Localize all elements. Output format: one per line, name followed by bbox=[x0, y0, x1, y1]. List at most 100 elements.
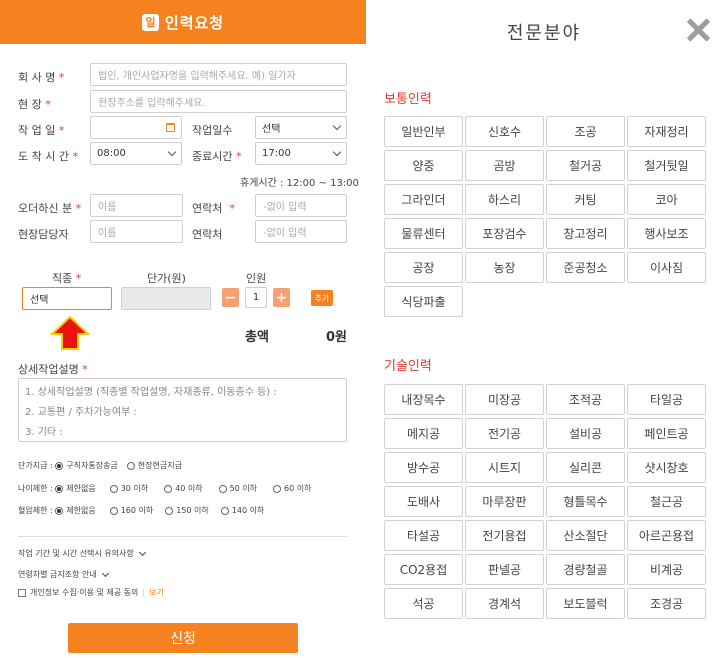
specialty-chip[interactable]: 시트지 bbox=[465, 452, 544, 483]
specialty-chip[interactable]: 철거공 bbox=[546, 150, 625, 181]
specialty-chip[interactable]: 방수공 bbox=[384, 452, 463, 483]
specialty-chip[interactable]: 내장목수 bbox=[384, 384, 463, 415]
specialty-chip[interactable]: 석공 bbox=[384, 588, 463, 619]
detail-textarea[interactable]: 1. 상세작업설명 (직종별 작업설명, 자재종류, 이동층수 등) : 2. … bbox=[18, 378, 347, 442]
specialty-chip[interactable]: 산소절단 bbox=[546, 520, 625, 551]
bp-option-150[interactable]: 150 이하 bbox=[165, 505, 209, 516]
privacy-consent-text: 개인정보 수집·이용 및 제공 동의 bbox=[30, 588, 139, 597]
specialty-chip[interactable]: 창고정리 bbox=[546, 218, 625, 249]
specialty-chip[interactable]: 페인트공 bbox=[627, 418, 706, 449]
section-skilled-title: 기술인력 bbox=[384, 359, 432, 374]
specialty-chip[interactable]: 설비공 bbox=[546, 418, 625, 449]
specialty-chip[interactable]: 미장공 bbox=[465, 384, 544, 415]
privacy-view-link[interactable]: 보기 bbox=[149, 587, 164, 598]
manager-name-input[interactable]: 이름 bbox=[90, 220, 183, 243]
orderer-contact-input[interactable]: -없이 입력 bbox=[255, 194, 347, 217]
increase-button[interactable]: + bbox=[273, 288, 290, 307]
section-general-title: 보통인력 bbox=[384, 92, 432, 107]
specialty-chip[interactable]: 철근공 bbox=[627, 486, 706, 517]
privacy-consent-checkbox[interactable] bbox=[18, 588, 26, 597]
bp-limit-row: 혈압제한 : 제한없음 160 이하 150 이하 140 이하 bbox=[18, 505, 273, 516]
specialty-chip[interactable]: 전기용접 bbox=[465, 520, 544, 551]
specialty-chip[interactable]: 판넬공 bbox=[465, 554, 544, 585]
site-input[interactable]: 현장주소를 입력해주세요. bbox=[90, 90, 347, 113]
specialty-chip[interactable]: 메지공 bbox=[384, 418, 463, 449]
specialty-chip[interactable]: 실리콘 bbox=[546, 452, 625, 483]
specialty-chip[interactable]: 물류센터 bbox=[384, 218, 463, 249]
manager-contact-label: 연락처 bbox=[192, 228, 223, 241]
request-form-panel: 일 인력요청 회 사 명 * 법인, 개인사업자명을 입력해주세요. 예) 일가… bbox=[0, 0, 366, 658]
specialty-title: 전문분야 bbox=[506, 23, 582, 44]
specialty-chip[interactable]: 이사짐 bbox=[627, 252, 706, 283]
bp-option-none[interactable]: 제한없음 bbox=[55, 505, 96, 516]
unit-price-header: 단가(원) bbox=[147, 272, 186, 285]
skilled-labor-grid: 내장목수 미장공 조적공 타일공메지공 전기공 설비공 페인트공방수공 시트지 실리콘 샷시창호도… bbox=[384, 384, 706, 619]
specialty-chip[interactable]: 농장 bbox=[465, 252, 544, 283]
specialty-chip[interactable]: 조적공 bbox=[546, 384, 625, 415]
age-option-30[interactable]: 30 이하 bbox=[109, 483, 148, 494]
specialty-chip[interactable]: 경계석 bbox=[465, 588, 544, 619]
specialty-chip[interactable]: CO2용접 bbox=[384, 554, 463, 585]
specialty-chip[interactable]: 하스리 bbox=[465, 184, 544, 215]
specialty-chip[interactable]: 타일공 bbox=[627, 384, 706, 415]
age-limit-row: 나이제한 : 제한없음 30 이하 40 이하 50 이하 60 이하 bbox=[18, 483, 321, 494]
bp-option-140[interactable]: 140 이하 bbox=[220, 505, 264, 516]
age-option-60[interactable]: 60 이하 bbox=[273, 483, 312, 494]
manager-contact-input[interactable]: -없이 입력 bbox=[255, 220, 347, 243]
submit-button[interactable]: 신청 bbox=[68, 623, 298, 653]
specialty-chip[interactable]: 보도블럭 bbox=[546, 588, 625, 619]
pay-option-transfer[interactable]: 구직자통장송금 bbox=[55, 460, 118, 471]
specialty-chip[interactable]: 샷시창호 bbox=[627, 452, 706, 483]
bp-option-160[interactable]: 160 이하 bbox=[109, 505, 153, 516]
age-option-40[interactable]: 40 이하 bbox=[164, 483, 203, 494]
arrow-up-icon bbox=[50, 316, 90, 350]
specialty-chip[interactable]: 행사보조 bbox=[627, 218, 706, 249]
specialty-chip[interactable]: 공장 bbox=[384, 252, 463, 283]
specialty-chip[interactable]: 자재정리 bbox=[627, 116, 706, 147]
specialty-chip[interactable]: 조공 bbox=[546, 116, 625, 147]
age-option-50[interactable]: 50 이하 bbox=[218, 483, 257, 494]
specialty-chip[interactable]: 아르곤용접 bbox=[627, 520, 706, 551]
headcount-header: 인원 bbox=[246, 272, 267, 285]
specialty-chip[interactable]: 철거뒷일 bbox=[627, 150, 706, 181]
work-days-label: 작업일수 bbox=[192, 124, 233, 137]
specialty-chip[interactable]: 형틀목수 bbox=[546, 486, 625, 517]
specialty-chip[interactable]: 준공청소 bbox=[546, 252, 625, 283]
detail-line: 3. 기타 : bbox=[25, 427, 63, 438]
close-icon[interactable] bbox=[686, 18, 710, 42]
specialty-chip[interactable]: 조경공 bbox=[627, 588, 706, 619]
specialty-chip[interactable]: 마루장판 bbox=[465, 486, 544, 517]
specialty-chip[interactable]: 포장검수 bbox=[465, 218, 544, 249]
work-days-select[interactable]: 선택 bbox=[255, 116, 347, 139]
specialty-chip[interactable]: 전기공 bbox=[465, 418, 544, 449]
job-type-select[interactable]: 선택 bbox=[22, 287, 112, 310]
specialty-chip[interactable]: 비계공 bbox=[627, 554, 706, 585]
notice-work-period[interactable]: 작업 기간 및 시간 선택시 유의사항 bbox=[18, 548, 146, 559]
specialty-chip[interactable]: 양중 bbox=[384, 150, 463, 181]
headcount-input[interactable]: 1 bbox=[245, 287, 267, 308]
notice-age-discrimination[interactable]: 연령차별 금지조항 안내 bbox=[18, 569, 109, 580]
work-date-input[interactable] bbox=[90, 116, 182, 139]
company-input[interactable]: 법인, 개인사업자명을 입력해주세요. 예) 일가자 bbox=[90, 63, 347, 86]
divider bbox=[18, 536, 347, 537]
specialty-panel: 전문분야 보통인력 일반인부 신호수 조공 자재정리양중 곰방 철거공 철거뒷일그라인더 하스… bbox=[366, 0, 722, 658]
specialty-chip[interactable]: 신호수 bbox=[465, 116, 544, 147]
specialty-chip[interactable]: 커팅 bbox=[546, 184, 625, 215]
pay-option-cash[interactable]: 현장현금지급 bbox=[126, 460, 182, 471]
specialty-chip[interactable]: 타설공 bbox=[384, 520, 463, 551]
decrease-button[interactable]: − bbox=[222, 288, 239, 307]
age-option-none[interactable]: 제한없음 bbox=[55, 483, 96, 494]
specialty-chip[interactable]: 코아 bbox=[627, 184, 706, 215]
specialty-chip[interactable]: 일반인부 bbox=[384, 116, 463, 147]
pay-method-label: 단가지급 : bbox=[18, 461, 53, 470]
arrival-select[interactable]: 08:00 bbox=[90, 142, 182, 165]
total-label: 총액 bbox=[245, 330, 269, 345]
specialty-chip[interactable]: 도배사 bbox=[384, 486, 463, 517]
specialty-chip[interactable]: 식당파출 bbox=[384, 286, 463, 317]
specialty-chip[interactable]: 그라인더 bbox=[384, 184, 463, 215]
end-time-select[interactable]: 17:00 bbox=[255, 142, 347, 165]
specialty-chip[interactable]: 경량철골 bbox=[546, 554, 625, 585]
specialty-chip[interactable]: 곰방 bbox=[465, 150, 544, 181]
add-job-button[interactable]: 추가 bbox=[311, 290, 333, 306]
orderer-name-input[interactable]: 이름 bbox=[90, 194, 183, 217]
